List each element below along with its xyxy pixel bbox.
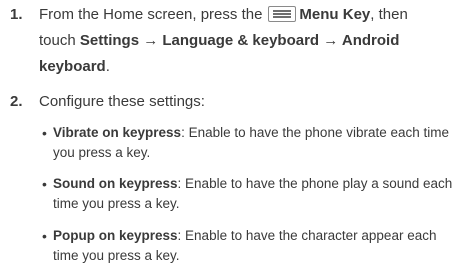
setting-description: : Enable to have the phone play a sound … — [177, 176, 453, 191]
step-1-text-before: From the Home screen, press the — [39, 6, 263, 23]
step-1-text: From the Home screen, press the Menu Key,… — [39, 2, 459, 80]
step-number: 2. — [10, 93, 23, 110]
setting-description: : Enable to have the character appear ea… — [177, 228, 437, 243]
step-2-text: Configure these settings: — [39, 89, 459, 115]
step-1-touch-text: touch — [39, 32, 80, 49]
settings-path: Settings → Language & keyboard → Android — [79, 32, 400, 49]
step-1-line-2: touch Settings → Language & keyboard → A… — [39, 28, 459, 54]
step-number: 1. — [10, 6, 23, 23]
menu-key-icon — [268, 6, 297, 22]
bullet-dot: • — [42, 176, 47, 192]
setting-description-cont: you press a key. — [53, 145, 151, 160]
step-1-line-1: From the Home screen, press the Menu Key,… — [39, 2, 459, 28]
settings-path-end: keyboard — [39, 58, 106, 75]
step-2-line: Configure these settings: — [39, 93, 205, 110]
bullet-dot: • — [42, 125, 47, 141]
setting-name: Sound on keypress — [53, 176, 178, 191]
setting-name: Vibrate on keypress — [53, 125, 182, 140]
menu-key-label: Menu Key — [299, 6, 371, 23]
step-1-text-after: , then — [370, 6, 408, 23]
setting-name: Popup on keypress — [53, 228, 178, 243]
setting-description: : Enable to have the phone vibrate each … — [181, 125, 450, 140]
step-1-period: . — [105, 58, 110, 75]
setting-description-cont: time you press a key. — [53, 248, 180, 263]
bullet-dot: • — [42, 228, 47, 244]
setting-description-cont: time you press a key. — [53, 196, 180, 211]
step-1-line-3: keyboard. — [39, 54, 459, 80]
